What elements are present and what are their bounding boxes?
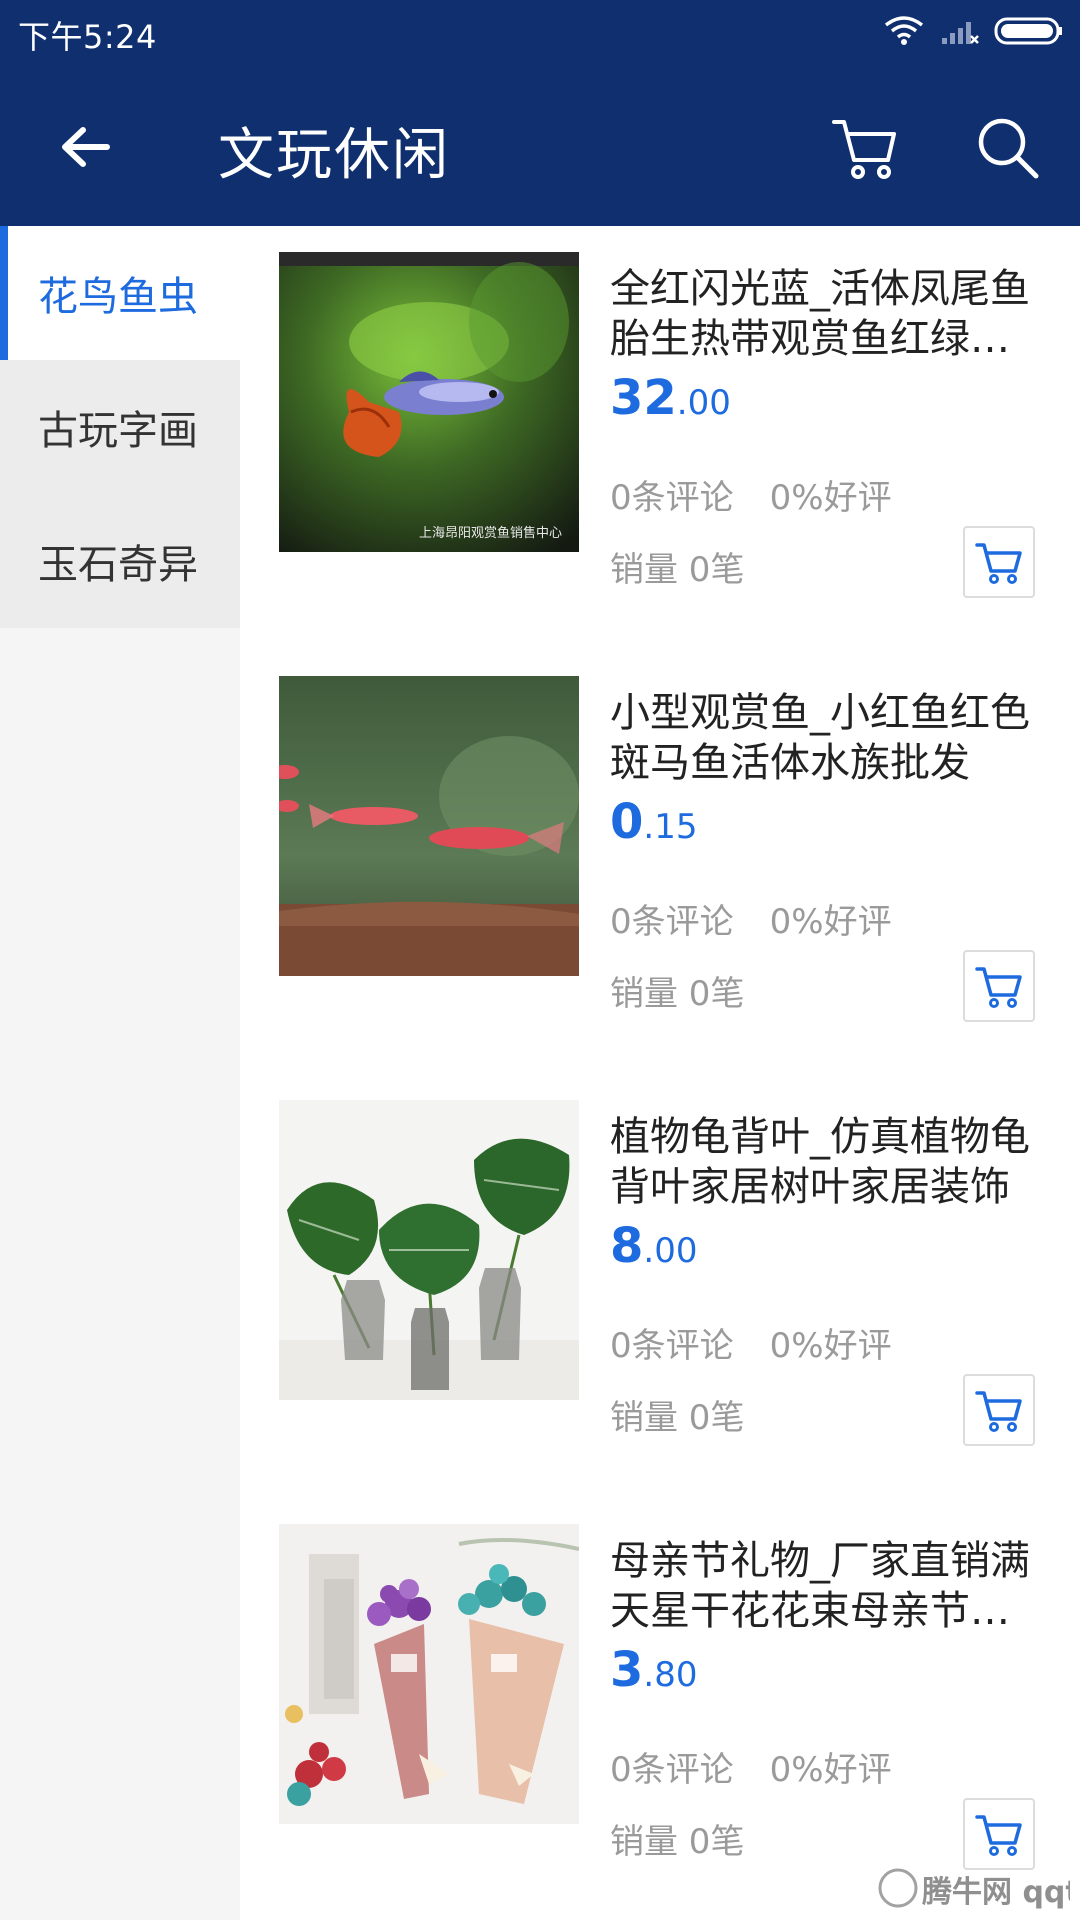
product-card[interactable]: 小型观赏鱼_小红鱼红色斑马鱼活体水族批发 0.15 0条评论 0%好评 销量 0笔 <box>240 650 1080 1074</box>
product-image[interactable] <box>279 1524 579 1824</box>
price-decimal: .80 <box>643 1655 698 1695</box>
positive-rate: 0%好评 <box>769 1326 892 1366</box>
sidebar-item-flowers-birds-fish-insects[interactable]: 花鸟鱼虫 <box>0 226 240 360</box>
price-decimal: .00 <box>676 383 731 423</box>
guppy-fish-photo: 上海昂阳观赏鱼销售中心 <box>279 252 579 552</box>
watermark-logo: 腾牛网 qqtn.com <box>878 1868 1070 1910</box>
product-image[interactable]: 上海昂阳观赏鱼销售中心 <box>279 252 579 552</box>
product-list: 上海昂阳观赏鱼销售中心 全红闪光蓝_活体凤尾鱼胎生热带观赏鱼红绿灯斗鱼 32.0… <box>240 226 1080 1920</box>
product-image[interactable] <box>279 676 579 976</box>
review-count: 0条评论 <box>610 1326 734 1366</box>
header: 下午5:24 文玩休闲 <box>0 0 1080 226</box>
cart-icon <box>975 543 1022 584</box>
product-card[interactable]: 上海昂阳观赏鱼销售中心 全红闪光蓝_活体凤尾鱼胎生热带观赏鱼红绿灯斗鱼 32.0… <box>240 226 1080 650</box>
add-to-cart-button[interactable] <box>963 526 1035 598</box>
sidebar-item-jade-stones[interactable]: 玉石奇异 <box>0 494 240 628</box>
page-title: 文玩休闲 <box>218 123 450 188</box>
cart-icon[interactable] <box>830 112 900 182</box>
price-decimal: .15 <box>643 807 698 847</box>
add-to-cart-button[interactable] <box>963 1374 1035 1446</box>
app-bar: 文玩休闲 <box>0 66 1080 226</box>
active-indicator <box>0 226 8 360</box>
category-sidebar: 花鸟鱼虫 古玩字画 玉石奇异 <box>0 226 240 1920</box>
product-meta: 0条评论 0%好评 <box>610 1318 892 1367</box>
image-caption: 上海昂阳观赏鱼销售中心 <box>419 525 562 540</box>
product-name[interactable]: 母亲节礼物_厂家直销满天星干花花束母亲节礼物 <box>610 1536 1030 1636</box>
back-arrow-icon <box>62 127 110 167</box>
price-decimal: .00 <box>643 1231 698 1271</box>
sidebar-item-label: 古玩字画 <box>38 408 198 454</box>
battery-icon <box>994 17 1062 45</box>
cart-icon <box>975 967 1022 1008</box>
product-name[interactable]: 全红闪光蓝_活体凤尾鱼胎生热带观赏鱼红绿灯斗鱼 <box>610 264 1030 364</box>
positive-rate: 0%好评 <box>769 902 892 942</box>
product-card[interactable]: 植物龟背叶_仿真植物龟背叶家居树叶家居装饰 8.00 0条评论 0%好评 销量 0… <box>240 1074 1080 1498</box>
positive-rate: 0%好评 <box>769 1750 892 1790</box>
status-time: 下午5:24 <box>18 18 157 56</box>
review-count: 0条评论 <box>610 478 734 518</box>
cart-icon <box>975 1391 1022 1432</box>
sales-count: 销量 0笔 <box>610 1822 745 1862</box>
product-meta: 0条评论 0%好评 <box>610 1742 892 1791</box>
product-meta: 0条评论 0%好评 <box>610 470 892 519</box>
price-integer: 3 <box>610 1642 644 1698</box>
sales-count: 销量 0笔 <box>610 1398 745 1438</box>
product-price: 3.80 <box>610 1642 697 1698</box>
price-integer: 0 <box>610 794 644 850</box>
dried-flower-bouquets-photo <box>279 1524 579 1824</box>
wifi-icon <box>884 16 924 45</box>
sales-count: 销量 0笔 <box>610 974 745 1014</box>
monstera-leaves-vases-photo <box>279 1100 579 1400</box>
sidebar-item-antiques-paintings[interactable]: 古玩字画 <box>0 360 240 494</box>
price-integer: 8 <box>610 1218 644 1274</box>
price-integer: 32 <box>610 370 677 426</box>
red-zebra-fish-photo <box>279 676 579 976</box>
cart-icon <box>975 1815 1022 1856</box>
search-icon[interactable] <box>972 112 1042 182</box>
product-price: 8.00 <box>610 1218 697 1274</box>
product-card[interactable]: 母亲节礼物_厂家直销满天星干花花束母亲节礼物 3.80 0条评论 0%好评 销量 … <box>240 1498 1080 1920</box>
product-name[interactable]: 植物龟背叶_仿真植物龟背叶家居树叶家居装饰 <box>610 1112 1030 1212</box>
product-meta: 0条评论 0%好评 <box>610 894 892 943</box>
product-name[interactable]: 小型观赏鱼_小红鱼红色斑马鱼活体水族批发 <box>610 688 1030 788</box>
sales-count: 销量 0笔 <box>610 550 745 590</box>
product-price: 0.15 <box>610 794 697 850</box>
status-bar: 下午5:24 <box>0 0 1080 66</box>
watermark-text: 腾牛网 qqtn.com <box>922 1875 1070 1910</box>
sidebar-empty-area <box>0 628 240 1920</box>
review-count: 0条评论 <box>610 902 734 942</box>
add-to-cart-button[interactable] <box>963 950 1035 1022</box>
back-button[interactable] <box>50 112 120 182</box>
review-count: 0条评论 <box>610 1750 734 1790</box>
product-price: 32.00 <box>610 370 731 426</box>
signal-icon <box>942 22 979 44</box>
sidebar-item-label: 玉石奇异 <box>38 542 198 588</box>
sidebar-item-label: 花鸟鱼虫 <box>38 274 198 320</box>
product-image[interactable] <box>279 1100 579 1400</box>
positive-rate: 0%好评 <box>769 478 892 518</box>
